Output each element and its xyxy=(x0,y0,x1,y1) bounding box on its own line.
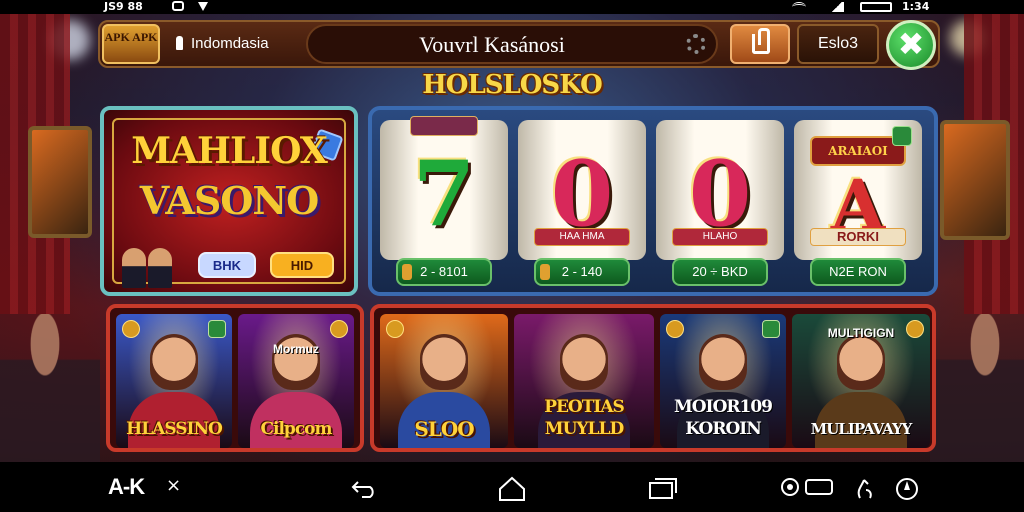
featured-title-line1: MAHLIOX xyxy=(131,130,328,172)
status-time: 1:34 xyxy=(902,0,930,13)
region-selector[interactable]: Indomdasia xyxy=(176,29,269,57)
side-screen-left xyxy=(28,126,92,238)
reel-2: 0 HAA HMA xyxy=(518,120,646,260)
badge-icon xyxy=(208,320,226,338)
chip-icon xyxy=(540,264,550,280)
character-head xyxy=(150,334,198,390)
search-field[interactable]: Vouvrl Kasánosi xyxy=(306,24,718,64)
star-icon xyxy=(330,320,348,338)
nav-close[interactable]: × xyxy=(166,475,181,496)
character-head xyxy=(420,334,468,390)
bet-button-1[interactable]: 2 - 8101 xyxy=(396,258,492,286)
game-title: Cilpcom xyxy=(260,419,332,439)
search-value: Vouvrl Kasánosi xyxy=(419,32,565,57)
recents-icon[interactable] xyxy=(648,476,678,500)
wifi-icon xyxy=(792,2,806,12)
reel-ribbon: HLAHO xyxy=(672,228,768,246)
battery-icon xyxy=(860,2,892,12)
characters-illustration xyxy=(122,244,184,288)
chip-icon xyxy=(402,264,412,280)
badge-icon xyxy=(892,126,912,146)
bet-label: N2E RON xyxy=(829,264,887,279)
coin-icon xyxy=(122,320,140,338)
game-card[interactable]: MOIOR109 KOROIN xyxy=(660,314,786,448)
bet-button-2[interactable]: 2 - 140 xyxy=(534,258,630,286)
game-card[interactable]: PEOTIAS MUYLLD xyxy=(514,314,654,448)
bet-label: 2 - 8101 xyxy=(420,264,468,279)
featured-button-a[interactable]: BHK xyxy=(198,252,256,278)
featured-title-line2: VASONO xyxy=(139,178,319,223)
slot-machine[interactable]: 7 0 HAA HMA 0 HLAHO ARAIAOI A RORKI 2 - … xyxy=(368,106,938,296)
game-card[interactable]: SLOO xyxy=(380,314,508,448)
power-icon[interactable] xyxy=(894,476,920,502)
character-head xyxy=(699,334,747,390)
game-subtitle: Mormuz xyxy=(273,342,319,356)
reel-cap xyxy=(410,116,478,136)
status-left-text: JS9 88 xyxy=(104,0,143,13)
share-button[interactable] xyxy=(730,24,790,64)
character xyxy=(148,248,172,288)
reel-symbol: 7 xyxy=(412,141,476,247)
region-icon xyxy=(176,36,183,50)
region-label: Indomdasia xyxy=(191,34,269,52)
signal-icon xyxy=(830,2,844,12)
reel-bottom-label: RORKI xyxy=(810,228,906,246)
game-row-right: SLOO PEOTIAS MUYLLD MOIOR109 KOROIN MULT… xyxy=(370,304,936,452)
featured-banner[interactable]: MAHLIOX VASONO BHK HID xyxy=(100,106,358,296)
system-nav-bar: A-K × xyxy=(0,462,1024,512)
back-icon[interactable] xyxy=(350,476,380,498)
bet-label: 2 - 140 xyxy=(561,264,603,279)
language-button[interactable]: Eslo3 xyxy=(797,24,879,64)
character-head xyxy=(560,334,608,390)
crowd-right xyxy=(930,314,1024,464)
close-button[interactable]: ✖ xyxy=(886,20,936,70)
star-icon xyxy=(906,320,924,338)
game-card[interactable]: Mormuz Cilpcom xyxy=(238,314,354,448)
gesture-icon[interactable] xyxy=(854,476,876,500)
game-title: MULIPAVAYY xyxy=(810,420,913,438)
reel-3: 0 HLAHO xyxy=(656,120,784,260)
bet-label: 20 ÷ BKD xyxy=(692,264,748,279)
game-title: HLASSINO xyxy=(126,419,223,439)
character xyxy=(122,248,146,288)
featured-button-b[interactable]: HID xyxy=(270,252,334,278)
coin-icon xyxy=(386,320,404,338)
game-title: SLOO xyxy=(414,417,474,441)
crowd-left xyxy=(0,314,100,464)
game-card[interactable]: HLASSINO xyxy=(116,314,232,448)
reel-ribbon: HAA HMA xyxy=(534,228,630,246)
game-row-left: HLASSINO Mormuz Cilpcom xyxy=(106,304,364,452)
status-bar: JS9 88 1:34 xyxy=(0,0,1024,14)
game-title: MOIOR109 KOROIN xyxy=(673,397,773,439)
apk-logo[interactable]: APK APK xyxy=(102,24,160,64)
bet-button-4[interactable]: N2E RON xyxy=(810,258,906,286)
nav-brand[interactable]: A-K xyxy=(108,474,145,500)
section-title: HOLSLOSKO xyxy=(422,70,603,100)
bet-button-3[interactable]: 20 ÷ BKD xyxy=(672,258,768,286)
share-icon xyxy=(752,28,770,54)
reel-4: ARAIAOI A RORKI xyxy=(794,120,922,260)
message-icon xyxy=(172,1,184,11)
coin-icon xyxy=(666,320,684,338)
screen-tools-icon[interactable] xyxy=(780,476,834,498)
side-screen-right xyxy=(940,120,1010,240)
settings-gear-icon[interactable] xyxy=(686,34,706,54)
character-head xyxy=(837,334,885,390)
home-icon[interactable] xyxy=(498,476,526,502)
reel-1: 7 xyxy=(380,116,508,260)
game-title: PEOTIAS MUYLLD xyxy=(544,397,625,439)
location-icon xyxy=(198,2,208,11)
badge-icon xyxy=(762,320,780,338)
game-card[interactable]: MULTIGIGN MULIPAVAYY xyxy=(792,314,930,448)
